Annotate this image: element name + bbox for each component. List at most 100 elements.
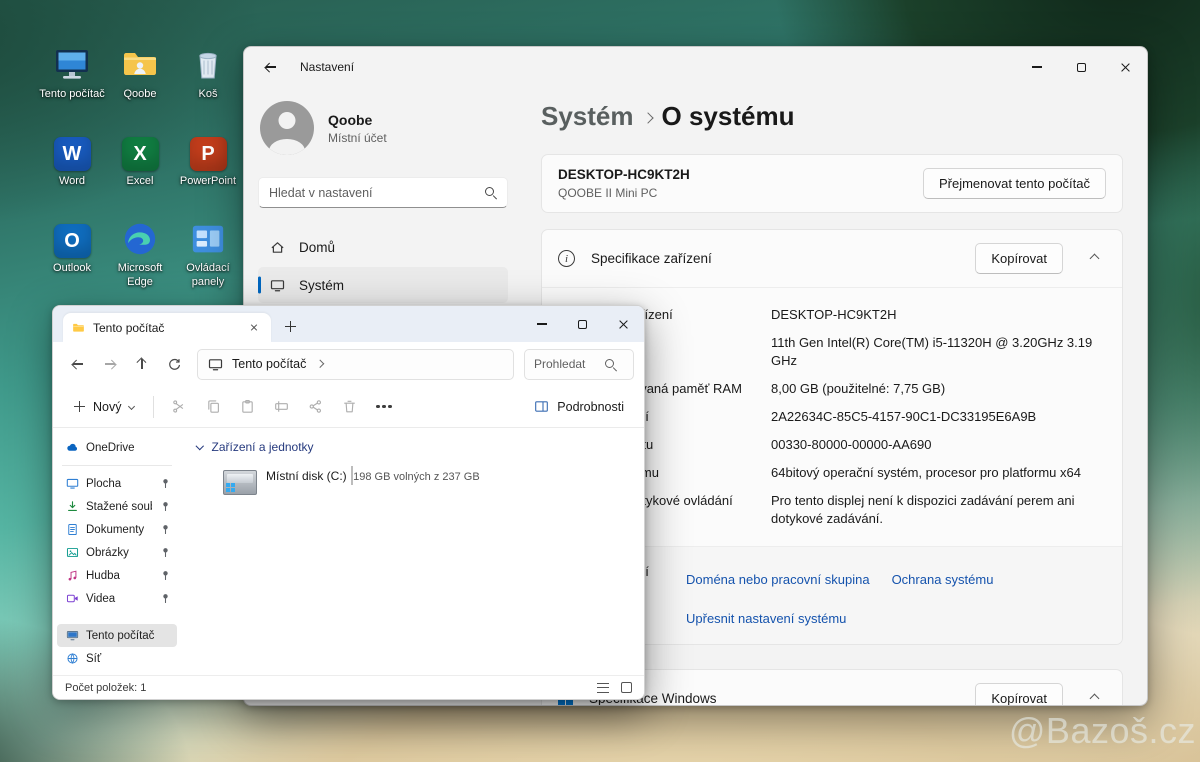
details-toggle-button[interactable]: Podrobnosti [526,393,632,420]
address-text: Tento počítač [232,357,306,371]
sidebar-item-music[interactable]: Hudba [57,564,177,587]
sidebar-item-videos[interactable]: Videa [57,587,177,610]
desktop-icon [66,477,79,490]
drive-item-c[interactable]: Místní disk (C:) 198 GB volných z 237 GB [223,467,630,495]
copy-windows-specs-button[interactable]: Kopírovat [975,683,1063,706]
close-button[interactable] [603,306,644,342]
user-folder-icon [120,44,160,84]
chevron-right-icon[interactable] [316,360,324,368]
settings-search-input[interactable] [269,186,484,200]
large-icons-view-icon[interactable] [621,682,632,693]
sidebar-item-label: Systém [299,278,344,293]
more-options-button[interactable] [368,392,399,422]
sidebar-item-home[interactable]: Domů [258,229,508,265]
avatar [260,101,314,155]
home-icon [270,240,285,255]
nav-forward-button[interactable] [95,349,125,379]
chevron-up-icon[interactable] [1090,254,1100,264]
sidebar-item-network[interactable]: Síť [57,647,177,670]
explorer-tab[interactable]: Tento počítač [63,313,271,342]
close-button[interactable] [1103,47,1147,87]
forward-arrow-icon [104,358,116,370]
new-button[interactable]: Nový [65,394,143,420]
share-button[interactable] [300,392,331,422]
search-icon [604,358,617,371]
this-pc-icon [208,357,223,372]
desktop-icon-label: Outlook [53,262,91,275]
chevron-up-icon[interactable] [1090,694,1100,704]
sidebar-item-onedrive[interactable]: OneDrive [57,436,177,459]
explorer-search-input[interactable] [534,357,604,371]
details-view-icon[interactable] [597,683,609,693]
downloads-icon [66,500,79,513]
music-icon [66,569,79,582]
account-name: Qoobe [328,112,387,128]
desktop-icon-control-panel[interactable]: Ovládací panely [174,218,242,288]
search-icon [484,186,497,199]
desktop-icon-powerpoint[interactable]: P PowerPoint [174,131,242,188]
sidebar-item-documents[interactable]: Dokumenty [57,518,177,541]
settings-search-box[interactable] [258,177,508,208]
back-button[interactable] [254,52,288,82]
sidebar-item-this-pc[interactable]: Tento počítač [57,624,177,647]
rename-pc-button[interactable]: Přejmenovat tento počítač [923,168,1106,199]
link-advanced-system-settings[interactable]: Upřesnit nastavení systému [686,611,846,626]
desktop-icon-word[interactable]: W Word [38,131,106,188]
divider [153,396,154,418]
sidebar-item-desktop[interactable]: Plocha [57,472,177,495]
minimize-icon [537,323,547,324]
delete-button[interactable] [334,392,365,422]
spec-row-ram: Nainstalovaná paměť RAM 8,00 GB (použite… [586,375,1106,403]
command-bar: Nový Podrobnosti [53,386,644,428]
desktop-icon-outlook[interactable]: O Outlook [38,218,106,288]
sidebar-item-system[interactable]: Systém [258,267,508,303]
new-tab-button[interactable] [277,313,303,339]
explorer-window-controls [521,306,644,342]
desktop-icon-label: Excel [127,175,154,188]
desktop-icon-qoobe[interactable]: Qoobe [106,44,174,101]
sidebar-item-pictures[interactable]: Obrázky [57,541,177,564]
close-icon [1120,62,1131,73]
drive-free-space: 198 GB volných z 237 GB [353,471,480,483]
tab-close-icon[interactable] [246,320,262,336]
nav-back-button[interactable] [63,349,93,379]
group-header-devices-drives[interactable]: Zařízení a jednotky [197,440,630,454]
desktop-icon-edge[interactable]: Microsoft Edge [106,218,174,288]
breadcrumb: Systém O systému [541,101,1123,132]
desktop-icon-label: PowerPoint [180,175,236,188]
desktop-icon-this-pc[interactable]: Tento počítač [38,44,106,101]
address-bar[interactable]: Tento počítač [197,349,514,380]
refresh-icon [167,357,182,372]
paste-button[interactable] [232,392,263,422]
word-icon: W [54,131,91,171]
nav-refresh-button[interactable] [159,349,189,379]
nav-up-button[interactable] [127,349,157,379]
chevron-down-icon [128,403,135,410]
device-name-card: DESKTOP-HC9KT2H QOOBE II Mini PC Přejmen… [541,154,1123,213]
account-type: Místní účet [328,131,387,145]
copy-button[interactable] [198,392,229,422]
link-system-protection[interactable]: Ochrana systému [892,572,994,587]
pin-icon [159,500,172,513]
desktop-icon-recycle-bin[interactable]: Koš [174,44,242,101]
copy-device-specs-button[interactable]: Kopírovat [975,243,1063,274]
back-arrow-icon [265,61,277,73]
rename-icon [274,399,289,414]
breadcrumb-parent[interactable]: Systém [541,101,634,132]
maximize-button[interactable] [562,306,603,342]
explorer-search-box[interactable] [524,349,634,380]
account-summary[interactable]: Qoobe Místní účet [260,101,506,155]
sidebar-item-downloads[interactable]: Stažené soubory [57,495,177,518]
excel-icon: X [122,131,159,171]
rename-button[interactable] [266,392,297,422]
cut-button[interactable] [164,392,195,422]
link-domain-workgroup[interactable]: Doména nebo pracovní skupina [686,572,870,587]
minimize-button[interactable] [521,306,562,342]
maximize-button[interactable] [1059,47,1103,87]
maximize-icon [1077,63,1086,72]
device-specs-header[interactable]: Specifikace zařízení Kopírovat [542,230,1122,287]
sidebar-item-label: Domů [299,240,335,255]
desktop-icon-excel[interactable]: X Excel [106,131,174,188]
items-count: Počet položek: 1 [65,682,146,694]
minimize-button[interactable] [1015,47,1059,87]
